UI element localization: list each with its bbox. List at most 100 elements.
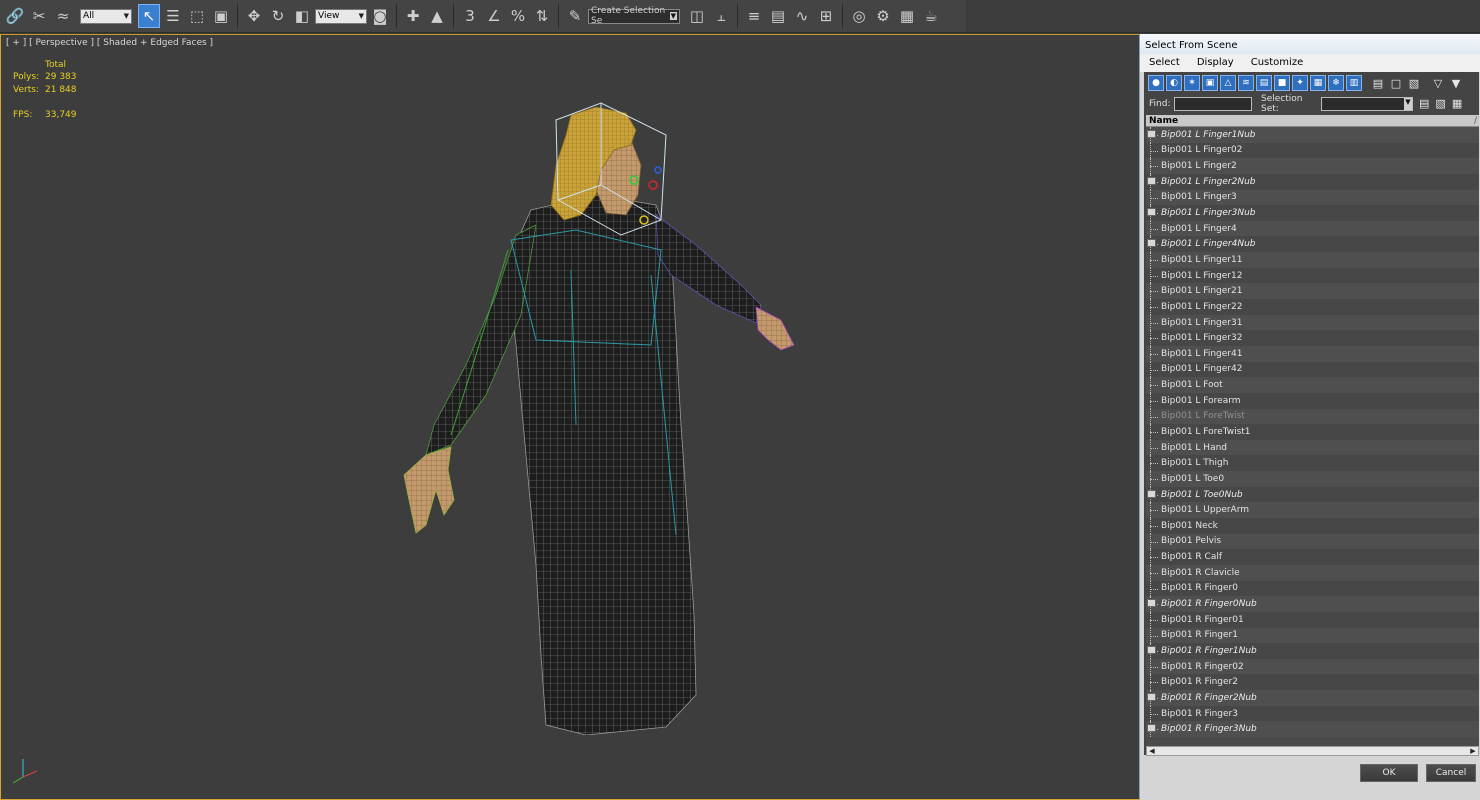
select-influences-icon[interactable]: ▦ (1452, 97, 1462, 110)
list-item[interactable]: Bip001 L Finger21 (1146, 283, 1479, 300)
filter-options-icon[interactable]: ▼ (1448, 75, 1464, 91)
list-item[interactable]: Bip001 L Finger2 (1146, 158, 1479, 174)
rect-region-icon[interactable]: ⬚ (186, 4, 208, 28)
render-setup-icon[interactable]: ⚙ (872, 4, 894, 28)
list-item[interactable]: Bip001 L Finger02 (1146, 142, 1479, 159)
material-editor-icon[interactable]: ◎ (848, 4, 870, 28)
schematic-view-icon[interactable]: ⊞ (815, 4, 837, 28)
display-hidden-icon[interactable]: ▥ (1346, 75, 1362, 91)
list-item[interactable]: Bip001 Pelvis (1146, 533, 1479, 550)
render-icon[interactable]: ☕ (920, 4, 942, 28)
list-item[interactable]: Bip001 R Clavicle (1146, 564, 1479, 581)
list-item[interactable]: Bip001 R Finger3 (1146, 705, 1479, 722)
window-crossing-icon[interactable]: ▣ (210, 4, 232, 28)
list-item[interactable]: Bip001 L ForeTwist1 (1146, 424, 1479, 440)
display-helpers-icon[interactable]: △ (1220, 75, 1236, 91)
scene-object-list[interactable]: Name / Bip001 L Finger1Nub Bip001 L Finger… (1146, 115, 1479, 746)
display-spacewarps-icon[interactable]: ≋ (1238, 75, 1254, 91)
list-item[interactable]: Bip001 L Finger3Nub (1146, 205, 1479, 221)
list-item[interactable]: Bip001 L Finger11 (1146, 252, 1479, 268)
character-model[interactable] (396, 95, 806, 735)
list-item[interactable]: Bip001 L Finger2Nub (1146, 173, 1479, 190)
move-icon[interactable]: ✥ (243, 4, 265, 28)
layer-manager-icon[interactable]: ≡ (743, 4, 765, 28)
display-geometry-icon[interactable]: ● (1148, 75, 1164, 91)
spinner-snap-icon[interactable]: ⇅ (531, 4, 553, 28)
display-all-icon[interactable]: ▤ (1370, 75, 1386, 91)
list-item[interactable]: Bip001 L Finger31 (1146, 314, 1479, 331)
list-item[interactable]: Bip001 L Forearm (1146, 392, 1479, 409)
menu-select[interactable]: Select (1140, 54, 1188, 72)
scroll-right-icon[interactable]: ▶ (1468, 747, 1478, 755)
select-dependents-icon[interactable]: ▧ (1435, 97, 1445, 110)
list-item[interactable]: Bip001 R Finger01 (1146, 611, 1479, 628)
list-item[interactable]: Bip001 L Finger42 (1146, 361, 1479, 378)
list-item[interactable]: Bip001 L Toe0 (1146, 471, 1479, 487)
align-icon[interactable]: ⫠ (710, 4, 732, 28)
rotate-icon[interactable]: ↻ (267, 4, 289, 28)
list-item[interactable]: Bip001 L Finger3 (1146, 189, 1479, 206)
selection-set-select[interactable]: ▼ (1321, 96, 1413, 111)
list-item[interactable]: Bip001 R Finger2 (1146, 674, 1479, 691)
reference-coord-select[interactable]: View ▼ (315, 8, 367, 24)
edit-named-sets-icon[interactable]: ✎ (564, 4, 586, 28)
select-object-icon[interactable]: ↖ (138, 4, 160, 28)
display-lights-icon[interactable]: ✶ (1184, 75, 1200, 91)
display-frozen-icon[interactable]: ❄ (1328, 75, 1344, 91)
list-item[interactable]: Bip001 R Finger0Nub (1146, 596, 1479, 612)
menu-display[interactable]: Display (1188, 54, 1242, 72)
unlink-icon[interactable]: ✂ (28, 4, 50, 28)
list-item[interactable]: Bip001 R Finger02 (1146, 658, 1479, 675)
cancel-button[interactable]: Cancel (1426, 764, 1476, 782)
display-cameras-icon[interactable]: ▣ (1202, 75, 1218, 91)
scale-icon[interactable]: ◧ (291, 4, 313, 28)
filter-icon[interactable]: ▽ (1430, 75, 1446, 91)
display-xrefs-icon[interactable]: ■ (1274, 75, 1290, 91)
list-item[interactable]: Bip001 L ForeTwist (1146, 408, 1479, 425)
display-containers-icon[interactable]: ▦ (1310, 75, 1326, 91)
scene-explorer-icon[interactable]: ▤ (767, 4, 789, 28)
select-children-icon[interactable]: ▤ (1419, 97, 1429, 110)
list-item[interactable]: Bip001 L Toe0Nub (1146, 486, 1479, 503)
bind-spacewarp-icon[interactable]: ≈ (52, 4, 74, 28)
display-groups-icon[interactable]: ▤ (1256, 75, 1272, 91)
dialog-title[interactable]: Select From Scene (1140, 34, 1480, 54)
column-header-name[interactable]: Name / (1146, 115, 1479, 127)
menu-customize[interactable]: Customize (1242, 54, 1312, 72)
pivot-icon[interactable]: ◙ (369, 4, 391, 28)
list-item[interactable]: Bip001 L Finger41 (1146, 345, 1479, 362)
list-item[interactable]: Bip001 R Finger3Nub (1146, 721, 1479, 737)
list-item[interactable]: Bip001 L Finger22 (1146, 299, 1479, 315)
selection-filter-select[interactable]: All ▼ (80, 8, 132, 24)
list-item[interactable]: Bip001 L Finger4 (1146, 220, 1479, 237)
angle-snap-icon[interactable]: ∠ (483, 4, 505, 28)
find-input[interactable] (1174, 96, 1252, 111)
list-item[interactable]: Bip001 L Foot (1146, 377, 1479, 393)
viewport-label[interactable]: [ + ] [ Perspective ] [ Shaded + Edged F… (6, 38, 213, 48)
ok-button[interactable]: OK (1360, 764, 1418, 782)
list-item[interactable]: Bip001 L Hand (1146, 439, 1479, 456)
rendered-frame-icon[interactable]: ▦ (896, 4, 918, 28)
manipulate-icon[interactable]: ✚ (402, 4, 424, 28)
named-selection-set-select[interactable]: Create Selection Se ▼ (588, 6, 680, 26)
list-item[interactable]: Bip001 R Finger1 (1146, 627, 1479, 644)
scroll-left-icon[interactable]: ◀ (1147, 747, 1157, 755)
display-none-icon[interactable]: □ (1388, 75, 1404, 91)
display-invert-icon[interactable]: ▧ (1406, 75, 1422, 91)
list-item[interactable]: Bip001 R Finger2Nub (1146, 690, 1479, 706)
keyboard-shortcut-icon[interactable]: ▲ (426, 4, 448, 28)
list-item[interactable]: Bip001 L Finger12 (1146, 267, 1479, 284)
list-item[interactable]: Bip001 R Finger1Nub (1146, 643, 1479, 659)
list-item[interactable]: Bip001 L Thigh (1146, 455, 1479, 472)
curve-editor-icon[interactable]: ∿ (791, 4, 813, 28)
list-item[interactable]: Bip001 L Finger1Nub (1146, 127, 1479, 143)
list-item[interactable]: Bip001 L Finger4Nub (1146, 236, 1479, 253)
link-icon[interactable]: 🔗 (4, 4, 26, 28)
list-item[interactable]: Bip001 L UpperArm (1146, 502, 1479, 519)
list-item[interactable]: Bip001 L Finger32 (1146, 330, 1479, 346)
display-bones-icon[interactable]: ✦ (1292, 75, 1308, 91)
horizontal-scrollbar[interactable]: ◀ ▶ (1146, 746, 1479, 756)
select-by-name-icon[interactable]: ☰ (162, 4, 184, 28)
list-item[interactable]: Bip001 Neck (1146, 518, 1479, 534)
percent-snap-icon[interactable]: % (507, 4, 529, 28)
